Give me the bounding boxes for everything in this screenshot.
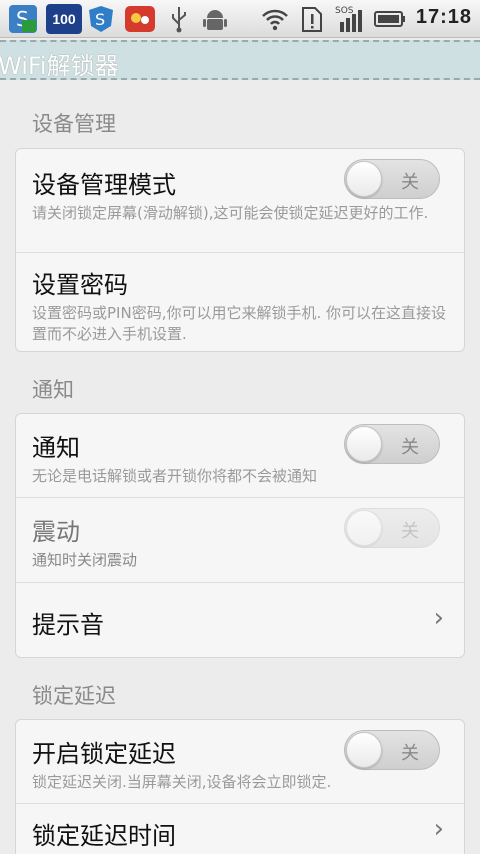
section-title-notify: 通知 [32, 378, 74, 402]
row-desc: 设置密码或PIN密码,你可以用它来解锁手机. 你可以在这直接设置而不必进入手机设… [32, 304, 446, 343]
toggle-knob [346, 161, 382, 197]
lock-delay-toggle[interactable]: 关 [344, 730, 440, 770]
toggle-label: 关 [401, 743, 419, 764]
toggle-knob [346, 732, 382, 768]
chevron-right-icon: › [433, 603, 444, 633]
alert-icon [302, 7, 322, 32]
app-icon-s: S [9, 5, 37, 33]
row-set-password[interactable]: 设置密码 设置密码或PIN密码,你可以用它来解锁手机. 你可以在这直接设置而不必… [16, 253, 464, 353]
toggle-label: 关 [401, 172, 419, 193]
game-icon [125, 6, 155, 32]
section-title-device: 设备管理 [32, 112, 116, 136]
row-title: 提示音 [32, 611, 104, 639]
card-notify: 通知 无论是电话解锁或者开锁你将都不会被通知 关 震动 通知时关闭震动 关 提示… [15, 413, 465, 658]
chevron-right-icon: › [433, 814, 444, 844]
page-title: WiFi解锁器 [0, 52, 119, 80]
row-desc: 锁定延迟关闭.当屏幕关闭,设备将会立即锁定. [32, 773, 332, 791]
battery-100-icon: 100 [46, 4, 82, 34]
section-title-lock-delay: 锁定延迟 [32, 684, 116, 708]
svg-text:S: S [95, 10, 105, 29]
shield-s-icon: S [89, 6, 113, 32]
row-notify[interactable]: 通知 无论是电话解锁或者开锁你将都不会被通知 关 [16, 414, 464, 498]
row-lock-delay-enable[interactable]: 开启锁定延迟 锁定延迟关闭.当屏幕关闭,设备将会立即锁定. 关 [16, 720, 464, 804]
toggle-label: 关 [401, 437, 419, 458]
toggle-label: 关 [401, 521, 419, 542]
notify-toggle[interactable]: 关 [344, 424, 440, 464]
row-title: 开启锁定延迟 [32, 740, 176, 768]
card-lock-delay: 开启锁定延迟 锁定延迟关闭.当屏幕关闭,设备将会立即锁定. 关 锁定延迟时间 › [15, 719, 465, 854]
status-bar: S 100 S SOS 17:18 [0, 0, 480, 38]
wifi-icon [262, 9, 288, 31]
row-title: 锁定延迟时间 [32, 822, 176, 850]
row-title: 设置密码 [32, 271, 128, 299]
row-title: 通知 [32, 434, 80, 462]
vibrate-toggle: 关 [344, 508, 440, 548]
row-title: 设备管理模式 [32, 171, 176, 199]
status-time: 17:18 [415, 6, 472, 28]
usb-icon [172, 7, 186, 33]
card-device: 设备管理模式 请关闭锁定屏幕(滑动解锁),这可能会使锁定延迟更好的工作. 关 设… [15, 148, 465, 352]
row-device-admin-mode[interactable]: 设备管理模式 请关闭锁定屏幕(滑动解锁),这可能会使锁定延迟更好的工作. 关 [16, 149, 464, 253]
admin-mode-toggle[interactable]: 关 [344, 159, 440, 199]
android-icon [203, 10, 227, 30]
row-vibrate: 震动 通知时关闭震动 关 [16, 498, 464, 583]
signal-sos-icon: SOS [335, 6, 362, 32]
svg-text:SOS: SOS [335, 6, 354, 16]
row-desc: 通知时关闭震动 [32, 551, 138, 569]
row-desc: 无论是电话解锁或者开锁你将都不会被通知 [32, 467, 318, 485]
row-sound[interactable]: 提示音 › [16, 583, 464, 659]
toggle-knob [346, 426, 382, 462]
row-lock-delay-time[interactable]: 锁定延迟时间 › [16, 804, 464, 854]
toggle-knob [346, 510, 382, 546]
title-bar: WiFi解锁器 [0, 40, 480, 80]
row-desc: 请关闭锁定屏幕(滑动解锁),这可能会使锁定延迟更好的工作. [32, 204, 429, 222]
battery-icon [374, 11, 405, 27]
row-title: 震动 [32, 518, 80, 546]
